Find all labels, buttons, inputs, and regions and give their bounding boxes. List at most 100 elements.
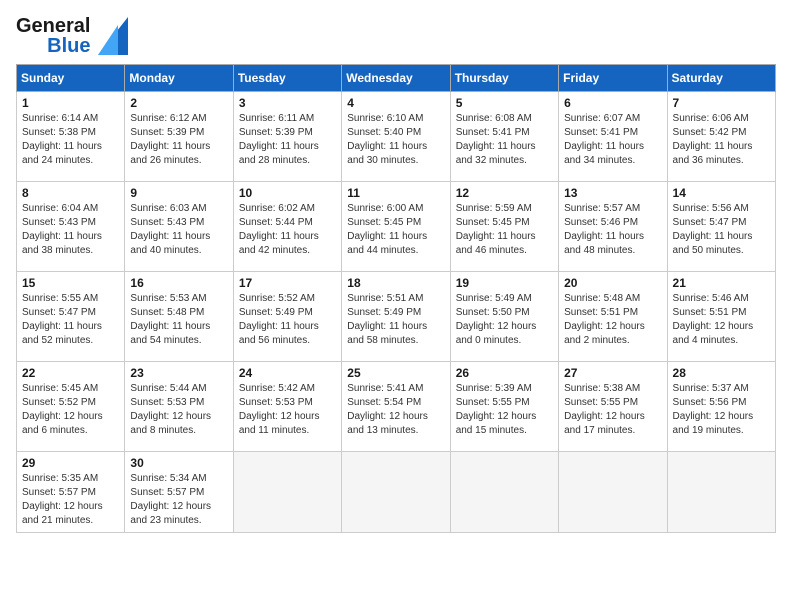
cell-info: Sunrise: 5:37 AM Sunset: 5:56 PM Dayligh… [673, 382, 770, 438]
cell-info: Sunrise: 5:57 AM Sunset: 5:46 PM Dayligh… [564, 202, 661, 258]
cell-content: 16 Sunrise: 5:53 AM Sunset: 5:48 PM Dayli… [130, 276, 227, 348]
cell-info: Sunrise: 5:52 AM Sunset: 5:49 PM Dayligh… [239, 292, 336, 348]
calendar-cell: 3Sunrise: 6:11 AM Sunset: 5:39 PM Daylig… [233, 92, 341, 182]
calendar-week-4: 29 Sunrise: 5:35 AM Sunset: 5:57 PM Dayli… [17, 452, 776, 533]
day-number: 21 [673, 276, 770, 290]
cell-content: 8Sunrise: 6:04 AM Sunset: 5:43 PM Daylig… [22, 186, 119, 258]
header-thursday: Thursday [450, 65, 558, 92]
cell-content: 29 Sunrise: 5:35 AM Sunset: 5:57 PM Dayli… [22, 456, 119, 528]
calendar-cell: 28Sunrise: 5:37 AM Sunset: 5:56 PM Dayli… [667, 362, 775, 452]
cell-content: 3Sunrise: 6:11 AM Sunset: 5:39 PM Daylig… [239, 96, 336, 168]
cell-content: 13 Sunrise: 5:57 AM Sunset: 5:46 PM Dayli… [564, 186, 661, 258]
cell-content: 25Sunrise: 5:41 AM Sunset: 5:54 PM Dayli… [347, 366, 444, 438]
day-number: 30 [130, 456, 227, 470]
calendar-cell: 25Sunrise: 5:41 AM Sunset: 5:54 PM Dayli… [342, 362, 450, 452]
header-friday: Friday [559, 65, 667, 92]
cell-content: 27 Sunrise: 5:38 AM Sunset: 5:55 PM Dayli… [564, 366, 661, 438]
cell-content: 9 Sunrise: 6:03 AM Sunset: 5:43 PM Daylig… [130, 186, 227, 258]
day-number: 16 [130, 276, 227, 290]
cell-content: 26Sunrise: 5:39 AM Sunset: 5:55 PM Dayli… [456, 366, 553, 438]
cell-info: Sunrise: 5:42 AM Sunset: 5:53 PM Dayligh… [239, 382, 336, 438]
cell-content: 21Sunrise: 5:46 AM Sunset: 5:51 PM Dayli… [673, 276, 770, 348]
calendar-cell: 5Sunrise: 6:08 AM Sunset: 5:41 PM Daylig… [450, 92, 558, 182]
calendar-header-row: SundayMondayTuesdayWednesdayThursdayFrid… [17, 65, 776, 92]
cell-info: Sunrise: 6:10 AM Sunset: 5:40 PM Dayligh… [347, 112, 444, 168]
cell-info: Sunrise: 5:38 AM Sunset: 5:55 PM Dayligh… [564, 382, 661, 438]
day-number: 19 [456, 276, 553, 290]
cell-content: 20Sunrise: 5:48 AM Sunset: 5:51 PM Dayli… [564, 276, 661, 348]
cell-info: Sunrise: 6:14 AM Sunset: 5:38 PM Dayligh… [22, 112, 119, 168]
day-number: 2 [130, 96, 227, 110]
cell-info: Sunrise: 5:34 AM Sunset: 5:57 PM Dayligh… [130, 472, 227, 528]
cell-info: Sunrise: 6:02 AM Sunset: 5:44 PM Dayligh… [239, 202, 336, 258]
cell-info: Sunrise: 5:35 AM Sunset: 5:57 PM Dayligh… [22, 472, 119, 528]
cell-content: 30 Sunrise: 5:34 AM Sunset: 5:57 PM Dayli… [130, 456, 227, 528]
day-number: 15 [22, 276, 119, 290]
calendar-cell: 7Sunrise: 6:06 AM Sunset: 5:42 PM Daylig… [667, 92, 775, 182]
calendar-cell: 8Sunrise: 6:04 AM Sunset: 5:43 PM Daylig… [17, 182, 125, 272]
day-number: 13 [564, 186, 661, 200]
logo-blue: Blue [47, 36, 90, 56]
day-number: 4 [347, 96, 444, 110]
calendar-cell: 27 Sunrise: 5:38 AM Sunset: 5:55 PM Dayli… [559, 362, 667, 452]
cell-info: Sunrise: 6:08 AM Sunset: 5:41 PM Dayligh… [456, 112, 553, 168]
cell-content: 6Sunrise: 6:07 AM Sunset: 5:41 PM Daylig… [564, 96, 661, 168]
header-monday: Monday [125, 65, 233, 92]
calendar-cell [233, 452, 341, 533]
day-number: 23 [130, 366, 227, 380]
calendar-week-1: 8Sunrise: 6:04 AM Sunset: 5:43 PM Daylig… [17, 182, 776, 272]
day-number: 1 [22, 96, 119, 110]
cell-content: 22Sunrise: 5:45 AM Sunset: 5:52 PM Dayli… [22, 366, 119, 438]
cell-content: 15Sunrise: 5:55 AM Sunset: 5:47 PM Dayli… [22, 276, 119, 348]
calendar-cell: 24Sunrise: 5:42 AM Sunset: 5:53 PM Dayli… [233, 362, 341, 452]
cell-content: 12Sunrise: 5:59 AM Sunset: 5:45 PM Dayli… [456, 186, 553, 258]
cell-info: Sunrise: 6:07 AM Sunset: 5:41 PM Dayligh… [564, 112, 661, 168]
calendar-week-3: 22Sunrise: 5:45 AM Sunset: 5:52 PM Dayli… [17, 362, 776, 452]
cell-content: 17Sunrise: 5:52 AM Sunset: 5:49 PM Dayli… [239, 276, 336, 348]
calendar-cell: 17Sunrise: 5:52 AM Sunset: 5:49 PM Dayli… [233, 272, 341, 362]
cell-info: Sunrise: 6:11 AM Sunset: 5:39 PM Dayligh… [239, 112, 336, 168]
calendar-cell: 12Sunrise: 5:59 AM Sunset: 5:45 PM Dayli… [450, 182, 558, 272]
header-sunday: Sunday [17, 65, 125, 92]
day-number: 18 [347, 276, 444, 290]
calendar-week-0: 1 Sunrise: 6:14 AM Sunset: 5:38 PM Daylig… [17, 92, 776, 182]
day-number: 25 [347, 366, 444, 380]
cell-content: 11Sunrise: 6:00 AM Sunset: 5:45 PM Dayli… [347, 186, 444, 258]
header-saturday: Saturday [667, 65, 775, 92]
header-wednesday: Wednesday [342, 65, 450, 92]
calendar-cell: 20Sunrise: 5:48 AM Sunset: 5:51 PM Dayli… [559, 272, 667, 362]
header: General Blue [16, 16, 776, 56]
day-number: 29 [22, 456, 119, 470]
cell-content: 18 Sunrise: 5:51 AM Sunset: 5:49 PM Dayli… [347, 276, 444, 348]
calendar-cell: 11Sunrise: 6:00 AM Sunset: 5:45 PM Dayli… [342, 182, 450, 272]
cell-info: Sunrise: 6:12 AM Sunset: 5:39 PM Dayligh… [130, 112, 227, 168]
calendar-cell: 2 Sunrise: 6:12 AM Sunset: 5:39 PM Daylig… [125, 92, 233, 182]
calendar-cell: 6Sunrise: 6:07 AM Sunset: 5:41 PM Daylig… [559, 92, 667, 182]
calendar-cell: 9 Sunrise: 6:03 AM Sunset: 5:43 PM Daylig… [125, 182, 233, 272]
calendar-cell: 16 Sunrise: 5:53 AM Sunset: 5:48 PM Dayli… [125, 272, 233, 362]
logo-icon [98, 17, 128, 55]
calendar-cell: 13 Sunrise: 5:57 AM Sunset: 5:46 PM Dayli… [559, 182, 667, 272]
cell-info: Sunrise: 5:59 AM Sunset: 5:45 PM Dayligh… [456, 202, 553, 258]
cell-content: 14Sunrise: 5:56 AM Sunset: 5:47 PM Dayli… [673, 186, 770, 258]
calendar-cell: 14Sunrise: 5:56 AM Sunset: 5:47 PM Dayli… [667, 182, 775, 272]
calendar-cell: 15Sunrise: 5:55 AM Sunset: 5:47 PM Dayli… [17, 272, 125, 362]
calendar-cell: 18 Sunrise: 5:51 AM Sunset: 5:49 PM Dayli… [342, 272, 450, 362]
cell-info: Sunrise: 5:51 AM Sunset: 5:49 PM Dayligh… [347, 292, 444, 348]
cell-content: 24Sunrise: 5:42 AM Sunset: 5:53 PM Dayli… [239, 366, 336, 438]
calendar: SundayMondayTuesdayWednesdayThursdayFrid… [16, 64, 776, 533]
cell-info: Sunrise: 6:04 AM Sunset: 5:43 PM Dayligh… [22, 202, 119, 258]
day-number: 26 [456, 366, 553, 380]
cell-info: Sunrise: 6:03 AM Sunset: 5:43 PM Dayligh… [130, 202, 227, 258]
day-number: 27 [564, 366, 661, 380]
cell-info: Sunrise: 5:45 AM Sunset: 5:52 PM Dayligh… [22, 382, 119, 438]
calendar-cell [450, 452, 558, 533]
logo-general: General [16, 16, 90, 36]
cell-info: Sunrise: 6:06 AM Sunset: 5:42 PM Dayligh… [673, 112, 770, 168]
calendar-cell [342, 452, 450, 533]
cell-info: Sunrise: 5:53 AM Sunset: 5:48 PM Dayligh… [130, 292, 227, 348]
calendar-cell: 4 Sunrise: 6:10 AM Sunset: 5:40 PM Daylig… [342, 92, 450, 182]
day-number: 20 [564, 276, 661, 290]
day-number: 9 [130, 186, 227, 200]
calendar-cell [559, 452, 667, 533]
